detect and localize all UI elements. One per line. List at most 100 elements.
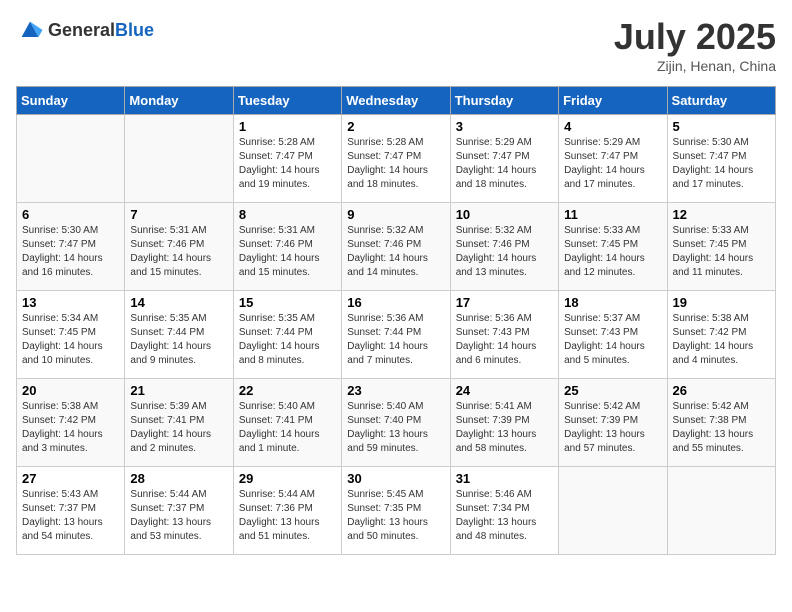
day-info: Sunrise: 5:45 AMSunset: 7:35 PMDaylight:… <box>347 488 444 544</box>
day-number: 13 <box>22 295 119 310</box>
day-number: 6 <box>22 207 119 222</box>
week-row-2: 6 Sunrise: 5:30 AMSunset: 7:47 PMDaylight… <box>17 203 776 291</box>
day-number: 21 <box>130 383 227 398</box>
day-cell: 10 Sunrise: 5:32 AMSunset: 7:46 PMDayligh… <box>450 203 558 291</box>
day-info: Sunrise: 5:41 AMSunset: 7:39 PMDaylight:… <box>456 400 553 456</box>
day-cell: 31 Sunrise: 5:46 AMSunset: 7:34 PMDayligh… <box>450 467 558 555</box>
weekday-header-saturday: Saturday <box>667 87 775 115</box>
logo: GeneralBlue <box>16 16 154 44</box>
weekday-header-row: SundayMondayTuesdayWednesdayThursdayFrid… <box>17 87 776 115</box>
day-info: Sunrise: 5:42 AMSunset: 7:38 PMDaylight:… <box>673 400 770 456</box>
day-number: 1 <box>239 119 336 134</box>
page-header: GeneralBlue July 2025 Zijin, Henan, Chin… <box>16 16 776 74</box>
day-info: Sunrise: 5:43 AMSunset: 7:37 PMDaylight:… <box>22 488 119 544</box>
calendar-table: SundayMondayTuesdayWednesdayThursdayFrid… <box>16 86 776 555</box>
day-cell: 15Sunrise: 5:35 AMSunset: 7:44 PMDayligh… <box>233 291 341 379</box>
day-number: 8 <box>239 207 336 222</box>
day-cell: 4 Sunrise: 5:29 AMSunset: 7:47 PMDaylight… <box>559 115 667 203</box>
day-cell: 14 Sunrise: 5:35 AMSunset: 7:44 PMDayligh… <box>125 291 233 379</box>
day-number: 27 <box>22 471 119 486</box>
weekday-header-monday: Monday <box>125 87 233 115</box>
day-info: Sunrise: 5:38 AMSunset: 7:42 PMDaylight:… <box>673 312 770 368</box>
day-number: 28 <box>130 471 227 486</box>
day-cell: 26 Sunrise: 5:42 AMSunset: 7:38 PMDayligh… <box>667 379 775 467</box>
day-info: Sunrise: 5:39 AMSunset: 7:41 PMDaylight:… <box>130 400 227 456</box>
day-cell: 9Sunrise: 5:32 AMSunset: 7:46 PMDaylight… <box>342 203 450 291</box>
day-info: Sunrise: 5:40 AMSunset: 7:41 PMDaylight:… <box>239 400 336 456</box>
day-info: Sunrise: 5:35 AMSunset: 7:44 PMDaylight:… <box>239 312 336 368</box>
day-info: Sunrise: 5:31 AMSunset: 7:46 PMDaylight:… <box>130 224 227 280</box>
day-cell: 29 Sunrise: 5:44 AMSunset: 7:36 PMDayligh… <box>233 467 341 555</box>
day-number: 23 <box>347 383 444 398</box>
day-number: 25 <box>564 383 661 398</box>
day-cell: 5 Sunrise: 5:30 AMSunset: 7:47 PMDaylight… <box>667 115 775 203</box>
day-cell <box>559 467 667 555</box>
day-info: Sunrise: 5:33 AMSunset: 7:45 PMDaylight:… <box>673 224 770 280</box>
day-cell: 28 Sunrise: 5:44 AMSunset: 7:37 PMDayligh… <box>125 467 233 555</box>
week-row-1: 1 Sunrise: 5:28 AMSunset: 7:47 PMDaylight… <box>17 115 776 203</box>
week-row-3: 13 Sunrise: 5:34 AMSunset: 7:45 PMDayligh… <box>17 291 776 379</box>
day-number: 16 <box>347 295 444 310</box>
day-cell: 20Sunrise: 5:38 AMSunset: 7:42 PMDayligh… <box>17 379 125 467</box>
day-info: Sunrise: 5:46 AMSunset: 7:34 PMDaylight:… <box>456 488 553 544</box>
day-number: 3 <box>456 119 553 134</box>
day-info: Sunrise: 5:30 AMSunset: 7:47 PMDaylight:… <box>673 136 770 192</box>
logo-icon <box>16 16 44 44</box>
day-number: 30 <box>347 471 444 486</box>
day-number: 12 <box>673 207 770 222</box>
weekday-header-thursday: Thursday <box>450 87 558 115</box>
day-cell <box>125 115 233 203</box>
day-number: 31 <box>456 471 553 486</box>
day-number: 19 <box>673 295 770 310</box>
day-number: 14 <box>130 295 227 310</box>
weekday-header-tuesday: Tuesday <box>233 87 341 115</box>
title-block: July 2025 Zijin, Henan, China <box>614 16 776 74</box>
day-cell: 25 Sunrise: 5:42 AMSunset: 7:39 PMDayligh… <box>559 379 667 467</box>
day-info: Sunrise: 5:40 AMSunset: 7:40 PMDaylight:… <box>347 400 444 456</box>
day-info: Sunrise: 5:38 AMSunset: 7:42 PMDaylight:… <box>22 400 119 456</box>
logo-text-general: General <box>48 20 115 40</box>
day-info: Sunrise: 5:44 AMSunset: 7:37 PMDaylight:… <box>130 488 227 544</box>
day-info: Sunrise: 5:36 AMSunset: 7:44 PMDaylight:… <box>347 312 444 368</box>
day-info: Sunrise: 5:33 AMSunset: 7:45 PMDaylight:… <box>564 224 661 280</box>
logo-text-blue: Blue <box>115 20 154 40</box>
day-info: Sunrise: 5:29 AMSunset: 7:47 PMDaylight:… <box>564 136 661 192</box>
day-cell: 7 Sunrise: 5:31 AMSunset: 7:46 PMDaylight… <box>125 203 233 291</box>
day-info: Sunrise: 5:44 AMSunset: 7:36 PMDaylight:… <box>239 488 336 544</box>
day-number: 22 <box>239 383 336 398</box>
day-cell: 19 Sunrise: 5:38 AMSunset: 7:42 PMDayligh… <box>667 291 775 379</box>
calendar-location: Zijin, Henan, China <box>614 58 776 74</box>
weekday-header-friday: Friday <box>559 87 667 115</box>
day-number: 18 <box>564 295 661 310</box>
day-number: 17 <box>456 295 553 310</box>
day-number: 24 <box>456 383 553 398</box>
day-cell: 30 Sunrise: 5:45 AMSunset: 7:35 PMDayligh… <box>342 467 450 555</box>
day-info: Sunrise: 5:30 AMSunset: 7:47 PMDaylight:… <box>22 224 119 280</box>
day-cell: 3 Sunrise: 5:29 AMSunset: 7:47 PMDaylight… <box>450 115 558 203</box>
day-info: Sunrise: 5:35 AMSunset: 7:44 PMDaylight:… <box>130 312 227 368</box>
day-cell: 16 Sunrise: 5:36 AMSunset: 7:44 PMDayligh… <box>342 291 450 379</box>
day-cell: 18 Sunrise: 5:37 AMSunset: 7:43 PMDayligh… <box>559 291 667 379</box>
week-row-5: 27 Sunrise: 5:43 AMSunset: 7:37 PMDayligh… <box>17 467 776 555</box>
day-number: 29 <box>239 471 336 486</box>
day-info: Sunrise: 5:32 AMSunset: 7:46 PMDaylight:… <box>456 224 553 280</box>
day-info: Sunrise: 5:42 AMSunset: 7:39 PMDaylight:… <box>564 400 661 456</box>
day-number: 5 <box>673 119 770 134</box>
day-info: Sunrise: 5:34 AMSunset: 7:45 PMDaylight:… <box>22 312 119 368</box>
day-cell: 27 Sunrise: 5:43 AMSunset: 7:37 PMDayligh… <box>17 467 125 555</box>
day-info: Sunrise: 5:32 AMSunset: 7:46 PMDaylight:… <box>347 224 444 280</box>
day-cell <box>17 115 125 203</box>
day-info: Sunrise: 5:29 AMSunset: 7:47 PMDaylight:… <box>456 136 553 192</box>
day-number: 7 <box>130 207 227 222</box>
day-number: 26 <box>673 383 770 398</box>
day-number: 4 <box>564 119 661 134</box>
day-number: 10 <box>456 207 553 222</box>
day-cell: 12 Sunrise: 5:33 AMSunset: 7:45 PMDayligh… <box>667 203 775 291</box>
day-cell <box>667 467 775 555</box>
day-cell: 17Sunrise: 5:36 AMSunset: 7:43 PMDayligh… <box>450 291 558 379</box>
day-cell: 22 Sunrise: 5:40 AMSunset: 7:41 PMDayligh… <box>233 379 341 467</box>
day-cell: 1Sunrise: 5:28 AMSunset: 7:47 PMDaylight… <box>233 115 341 203</box>
day-info: Sunrise: 5:28 AMSunset: 7:47 PMDaylight:… <box>347 136 444 192</box>
day-number: 11 <box>564 207 661 222</box>
day-info: Sunrise: 5:37 AMSunset: 7:43 PMDaylight:… <box>564 312 661 368</box>
